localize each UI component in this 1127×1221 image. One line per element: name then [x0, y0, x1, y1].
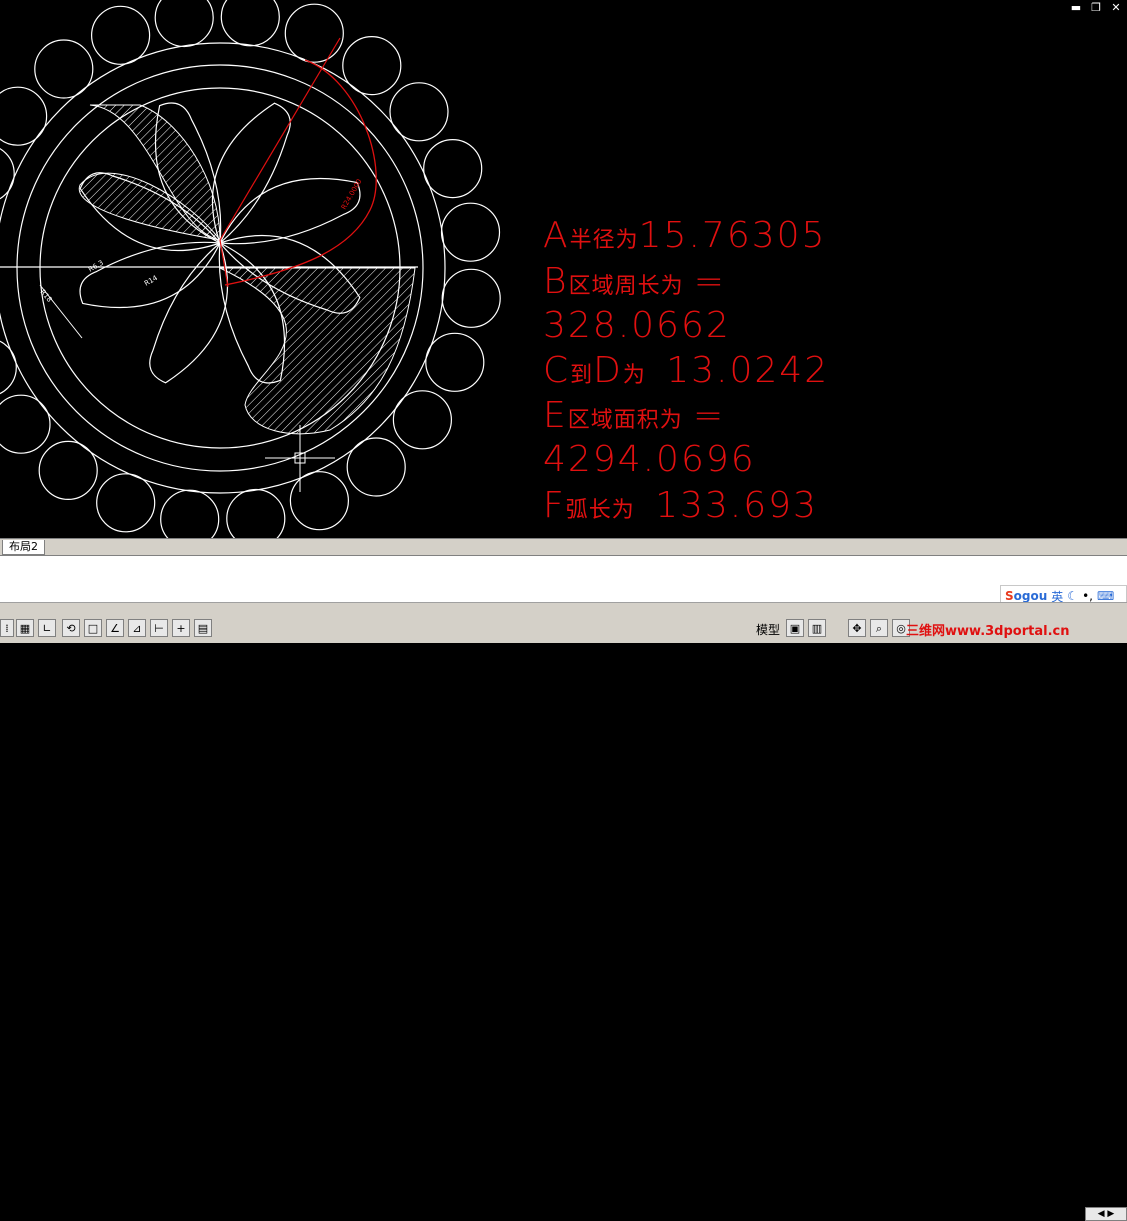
- result-cd: C到D为 13.0242: [543, 350, 830, 391]
- grip-icon: ⁞: [0, 619, 14, 637]
- ducs-icon[interactable]: ⊿: [128, 619, 146, 637]
- rim-circle: [441, 268, 501, 328]
- rim-circle: [0, 340, 17, 395]
- restore-icon[interactable]: ❐: [1090, 2, 1102, 14]
- polar-icon[interactable]: ⟲: [62, 619, 80, 637]
- rim-circle: [284, 3, 344, 63]
- zoom-icon[interactable]: ⌕: [870, 619, 888, 637]
- result-e: E区域面积为 =: [543, 395, 726, 436]
- minimize-icon[interactable]: ▬: [1070, 2, 1082, 14]
- dim-text-r18: R18: [38, 288, 53, 304]
- result-b: B区域周长为 =: [543, 261, 726, 302]
- punct-icon[interactable]: •,: [1082, 589, 1093, 603]
- dim-text-r14: R14: [143, 274, 159, 288]
- lineweight-icon[interactable]: +: [172, 619, 190, 637]
- close-icon[interactable]: ✕: [1110, 2, 1122, 14]
- result-f: F弧长为 133.693: [543, 485, 818, 526]
- rim-circle: [154, 0, 214, 48]
- petal-curve: [211, 102, 291, 244]
- scroll-arrows[interactable]: ◀ ▶: [1085, 1207, 1127, 1221]
- qp-icon[interactable]: ▤: [194, 619, 212, 637]
- petal-curve: [79, 241, 221, 309]
- result-b-value: 328.0662: [543, 305, 731, 346]
- tab-layout2[interactable]: 布局2: [2, 540, 45, 555]
- dyn-icon[interactable]: ⊢: [150, 619, 168, 637]
- viewports-icon[interactable]: ▥: [808, 619, 826, 637]
- result-e-value: 4294.0696: [543, 439, 756, 480]
- pan-icon[interactable]: ✥: [848, 619, 866, 637]
- rim-circle: [440, 202, 501, 262]
- osnap-icon[interactable]: □: [84, 619, 102, 637]
- rim-circle: [289, 471, 349, 531]
- rim-circle: [425, 332, 485, 392]
- hatched-region-lower: [219, 267, 416, 435]
- rim-circle: [96, 473, 156, 533]
- red-radius-2: [219, 37, 341, 241]
- model-label[interactable]: 模型: [756, 621, 780, 638]
- command-line[interactable]: [0, 555, 1127, 603]
- drawing-canvas[interactable]: R6.3 R14 R18 R24.0000 ▬ ❐ ✕ A半径为15.76305…: [0, 0, 1127, 538]
- rim-circle: [0, 394, 51, 454]
- rim-circle: [226, 488, 286, 538]
- result-a: A半径为15.76305: [543, 215, 827, 256]
- layout-tab-bar: 布局2: [0, 538, 1127, 555]
- petal-curve: [219, 177, 361, 245]
- petal-curve: [149, 242, 229, 384]
- rim-circle: [423, 139, 483, 199]
- sogou-logo: Sogou: [1005, 589, 1048, 603]
- rim-circle: [90, 5, 151, 65]
- keyboard-icon[interactable]: ⌨: [1097, 589, 1114, 603]
- otrack-icon[interactable]: ∠: [106, 619, 124, 637]
- rim-circle: [220, 0, 280, 47]
- snap-icon[interactable]: ▦: [16, 619, 34, 637]
- red-arc: [224, 59, 377, 286]
- rim-circle: [160, 489, 220, 538]
- rim-circle: [0, 86, 48, 146]
- layout-icon[interactable]: ▣: [786, 619, 804, 637]
- watermark: 三维网www.3dportal.cn: [906, 624, 1070, 639]
- moon-icon[interactable]: ☾: [1067, 589, 1078, 603]
- ortho-icon[interactable]: ∟: [38, 619, 56, 637]
